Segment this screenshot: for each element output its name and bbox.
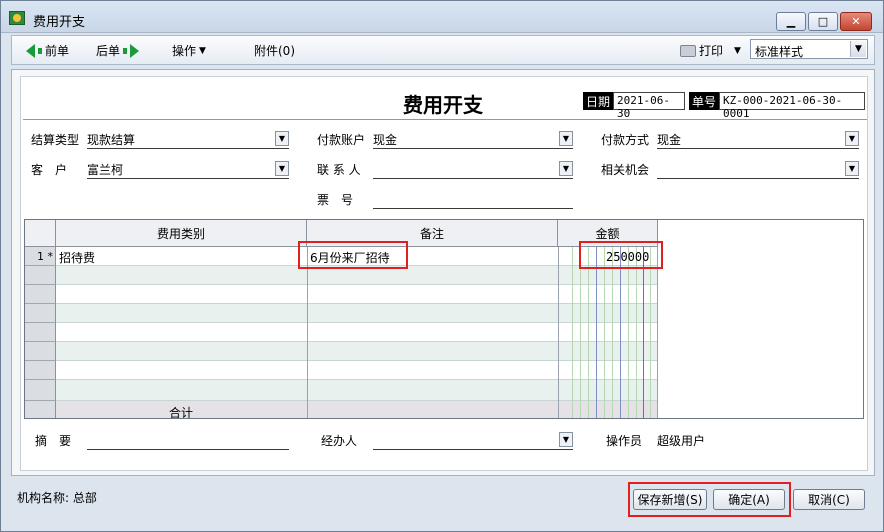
minimize-icon: ▁: [786, 15, 796, 28]
operator-value: 超级用户: [657, 434, 706, 448]
maximize-button[interactable]: □: [808, 12, 838, 31]
settle-type-label: 结算类型: [31, 133, 80, 147]
cancel-button[interactable]: 取消(C): [793, 489, 865, 510]
ops-menu-button[interactable]: 操作 ▼: [172, 42, 206, 59]
next-button[interactable]: 后单: [96, 42, 140, 59]
printer-icon: [680, 44, 696, 57]
table-row[interactable]: [56, 361, 657, 380]
pay-method-value: 现金: [657, 133, 682, 147]
contact-label: 联 系 人: [317, 163, 361, 177]
header-divider: [23, 119, 867, 120]
table-row[interactable]: [56, 285, 657, 304]
operator-label: 操作员: [606, 434, 643, 448]
print-style-value: 标准样式: [755, 45, 804, 59]
chevron-down-icon[interactable]: ▼: [275, 131, 289, 146]
app-window: 费用开支 ▁ □ ✕ 前单 后单 操作 ▼ 附件(0) 打印 ▼ 标准样式 ▼: [0, 0, 884, 532]
row-index[interactable]: 1 *: [25, 247, 56, 266]
customer-label: 客 户: [31, 163, 68, 177]
org-name: 机构名称: 总部: [17, 491, 97, 505]
pay-method-select[interactable]: 现金 ▼: [657, 129, 859, 149]
table-row[interactable]: [56, 323, 657, 342]
ticket-input[interactable]: [373, 189, 573, 209]
prev-button[interactable]: 前单: [26, 42, 69, 59]
row-index[interactable]: [25, 380, 56, 401]
next-label: 后单: [96, 44, 121, 58]
chevron-down-icon: ▼: [199, 45, 206, 56]
toolbar: 前单 后单 操作 ▼ 附件(0) 打印 ▼ 标准样式 ▼: [11, 35, 875, 65]
minimize-button[interactable]: ▁: [776, 12, 806, 31]
ticket-label: 票 号: [317, 193, 354, 207]
highlight-buttons: [628, 482, 791, 517]
date-value[interactable]: 2021-06-30: [613, 92, 685, 120]
title-bar: 费用开支 ▁ □ ✕: [1, 1, 883, 33]
close-icon: ✕: [851, 15, 861, 28]
table-row[interactable]: [56, 380, 657, 401]
highlight-remark: [298, 241, 408, 269]
doc-no-tag: 单号: [689, 92, 720, 110]
row-index[interactable]: [25, 342, 56, 361]
expense-grid: 费用类别 备注 金额 1 * 招待费 6月份来厂招待 合计 250000: [24, 219, 864, 419]
attach-button[interactable]: 附件(0): [254, 42, 295, 59]
print-button[interactable]: 打印 ▼: [680, 42, 741, 59]
chevron-down-icon[interactable]: ▼: [845, 161, 859, 176]
summary-label: 摘 要: [35, 434, 72, 448]
contact-select[interactable]: ▼: [373, 159, 573, 179]
prev-label: 前单: [45, 44, 70, 58]
print-style-select[interactable]: 标准样式 ▼: [750, 39, 868, 59]
row-index[interactable]: [25, 304, 56, 323]
table-row[interactable]: [56, 304, 657, 323]
doc-no-value: KZ-000-2021-06-30-0001: [719, 92, 865, 120]
pay-account-select[interactable]: 现金 ▼: [373, 129, 573, 149]
chevron-down-icon[interactable]: ▼: [559, 131, 573, 146]
print-label: 打印: [699, 44, 724, 58]
customer-value: 富兰柯: [87, 163, 124, 177]
ops-label: 操作: [172, 44, 197, 58]
arrow-left-icon: [26, 43, 35, 58]
row-index[interactable]: [25, 266, 56, 285]
pay-method-label: 付款方式: [601, 133, 650, 147]
grid-corner: [25, 220, 56, 247]
row-index: [25, 401, 56, 418]
chevron-down-icon[interactable]: ▼: [275, 161, 289, 176]
summary-input[interactable]: [87, 430, 289, 450]
opportunity-label: 相关机会: [601, 163, 650, 177]
row-index[interactable]: [25, 361, 56, 380]
maximize-icon: □: [817, 15, 829, 28]
close-button[interactable]: ✕: [840, 12, 872, 31]
pay-account-value: 现金: [373, 133, 398, 147]
window-title: 费用开支: [33, 15, 86, 30]
row-index[interactable]: [25, 285, 56, 304]
attach-label: 附件(0): [254, 44, 295, 58]
total-row: 合计: [56, 401, 657, 419]
handler-label: 经办人: [321, 434, 358, 448]
cell-category[interactable]: 招待费: [59, 249, 95, 266]
customer-select[interactable]: 富兰柯 ▼: [87, 159, 289, 179]
settle-type-select[interactable]: 现款结算 ▼: [87, 129, 289, 149]
highlight-amount: [579, 241, 663, 269]
settle-type-value: 现款结算: [87, 133, 136, 147]
app-logo-icon: [9, 11, 25, 25]
pay-account-label: 付款账户: [317, 133, 366, 147]
form-panel: 费用开支 日期 2021-06-30 单号 KZ-000-2021-06-30-…: [11, 69, 875, 476]
chevron-down-icon[interactable]: ▼: [559, 161, 573, 176]
table-row[interactable]: [56, 342, 657, 361]
handler-select[interactable]: ▼: [373, 430, 573, 450]
row-index[interactable]: [25, 323, 56, 342]
chevron-down-icon[interactable]: ▼: [850, 41, 866, 57]
chevron-down-icon[interactable]: ▼: [559, 432, 573, 447]
date-tag: 日期: [583, 92, 614, 110]
opportunity-select[interactable]: ▼: [657, 159, 859, 179]
col-header-category[interactable]: 费用类别: [56, 220, 307, 247]
expense-form: 费用开支 日期 2021-06-30 单号 KZ-000-2021-06-30-…: [20, 76, 868, 471]
arrow-right-icon: [130, 43, 140, 58]
document-title: 费用开支: [403, 93, 483, 117]
chevron-down-icon: ▼: [734, 45, 741, 56]
total-label: 合计: [169, 406, 194, 419]
chevron-down-icon[interactable]: ▼: [845, 131, 859, 146]
